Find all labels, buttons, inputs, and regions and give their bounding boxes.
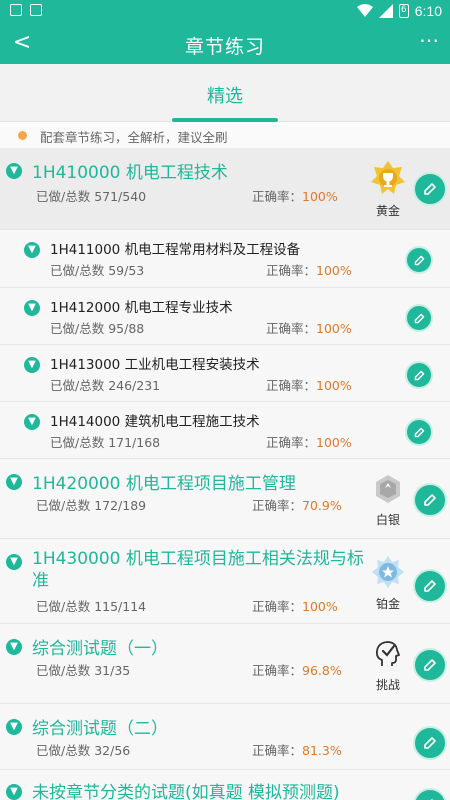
accuracy: 正确率：100%	[266, 378, 352, 393]
done-count: 已做/总数 32/56	[36, 743, 131, 758]
done-count: 已做/总数 172/189	[36, 498, 147, 513]
practice-button[interactable]	[413, 483, 447, 517]
chevron-down-icon[interactable]: ▼	[6, 554, 22, 570]
done-count: 已做/总数 171/168	[50, 435, 161, 450]
tip-dot-icon	[18, 131, 27, 140]
practice-button[interactable]	[413, 648, 447, 682]
more-menu-button[interactable]: ⋯	[419, 28, 439, 52]
chevron-down-icon[interactable]: ▼	[24, 357, 40, 373]
done-count: 已做/总数 31/35	[36, 663, 131, 678]
accuracy: 正确率：100%	[252, 599, 338, 614]
platinum-badge: 铂金	[368, 555, 408, 612]
pencil-icon	[424, 183, 436, 195]
tab-bar: 精选	[0, 64, 450, 122]
battery-icon: 6	[398, 4, 409, 18]
chapter-row[interactable]: ▼ 综合测试题（二） 已做/总数 32/56 正确率：81.3%	[0, 704, 450, 770]
done-count: 已做/总数 95/88	[50, 321, 145, 336]
badge-label: 挑战	[375, 678, 400, 692]
chapter-title: 综合测试题（一）	[32, 639, 168, 659]
section-title: 1H414000 建筑机电工程施工技术	[50, 414, 260, 430]
chevron-down-icon[interactable]: ▼	[6, 784, 22, 800]
practice-button[interactable]	[413, 569, 447, 603]
pencil-icon	[424, 580, 436, 592]
trophy-icon	[371, 161, 405, 194]
tab-featured[interactable]: 精选	[175, 82, 275, 108]
pencil-icon	[414, 427, 424, 437]
text-notification-icon	[30, 4, 42, 16]
chapter-row[interactable]: ▼ 1H410000 机电工程技术 已做/总数 571/540 正确率：100%…	[0, 148, 450, 230]
clock: 6:10	[414, 3, 442, 19]
chevron-down-icon[interactable]: ▼	[6, 474, 22, 490]
practice-button[interactable]	[413, 788, 447, 800]
tip-banner: 配套章节练习，全解析，建议全刷	[0, 122, 450, 148]
done-count: 已做/总数 115/114	[36, 599, 147, 614]
accuracy: 正确率：81.3%	[252, 743, 342, 758]
practice-button[interactable]	[405, 361, 433, 389]
practice-button[interactable]	[405, 418, 433, 446]
accuracy: 正确率：70.9%	[252, 498, 342, 513]
gold-badge: 黄金	[368, 160, 408, 219]
chapter-row[interactable]: ▼ 1H420000 机电工程项目施工管理 已做/总数 172/189 正确率：…	[0, 459, 450, 539]
silver-medal-icon	[376, 475, 400, 503]
tip-text: 配套章节练习，全解析，建议全刷	[40, 130, 228, 145]
chapter-title: 综合测试题（二）	[32, 719, 168, 739]
accuracy: 正确率：100%	[266, 435, 352, 450]
chapter-title: 1H430000 机电工程项目施工相关法规与标准	[32, 549, 364, 591]
page-title: 章节练习	[184, 36, 265, 58]
accuracy: 正确率：96.8%	[252, 663, 342, 678]
practice-button[interactable]	[405, 304, 433, 332]
done-count: 已做/总数 571/540	[36, 189, 147, 204]
accuracy: 正确率：100%	[252, 189, 338, 204]
section-row[interactable]: ▼ 1H411000 机电工程常用材料及工程设备 已做/总数 59/53 正确率…	[0, 230, 450, 288]
platinum-medal-icon	[372, 556, 404, 588]
chevron-down-icon[interactable]: ▼	[24, 300, 40, 316]
signal-icon	[378, 4, 393, 18]
section-row[interactable]: ▼ 1H414000 建筑机电工程施工技术 已做/总数 171/168 正确率：…	[0, 402, 450, 459]
chapter-title: 未按章节分类的试题(如真题 模拟预测题)	[32, 783, 340, 800]
pencil-icon	[414, 313, 424, 323]
section-title: 1H411000 机电工程常用材料及工程设备	[50, 242, 301, 258]
practice-button[interactable]	[413, 726, 447, 760]
app-bar: < 章节练习 ⋯	[0, 24, 450, 64]
pencil-icon	[424, 494, 436, 506]
done-count: 已做/总数 59/53	[50, 263, 145, 278]
silver-badge: 白银	[368, 473, 408, 528]
status-bar: 6 6:10	[0, 0, 450, 24]
chapter-row[interactable]: ▼ 1H430000 机电工程项目施工相关法规与标准 已做/总数 115/114…	[0, 539, 450, 624]
practice-button[interactable]	[405, 246, 433, 274]
chapter-title: 1H420000 机电工程项目施工管理	[32, 474, 296, 494]
challenge-icon	[375, 641, 400, 666]
practice-button[interactable]	[413, 172, 447, 206]
section-row[interactable]: ▼ 1H412000 机电工程专业技术 已做/总数 95/88 正确率：100%	[0, 288, 450, 345]
accuracy: 正确率：100%	[266, 263, 352, 278]
section-title: 1H412000 机电工程专业技术	[50, 300, 233, 316]
done-count: 已做/总数 246/231	[50, 378, 161, 393]
pencil-icon	[414, 255, 424, 265]
chevron-down-icon[interactable]: ▼	[6, 719, 22, 735]
chapter-title: 1H410000 机电工程技术	[32, 163, 228, 183]
chapter-row[interactable]: ▼ 综合测试题（一） 已做/总数 31/35 正确率：96.8% 挑战	[0, 624, 450, 704]
chevron-down-icon[interactable]: ▼	[24, 414, 40, 430]
image-notification-icon	[10, 4, 22, 16]
pencil-icon	[424, 737, 436, 749]
wifi-icon	[356, 4, 373, 17]
accuracy: 正确率：100%	[266, 321, 352, 336]
badge-label: 铂金	[375, 597, 400, 611]
chapter-row[interactable]: ▼ 未按章节分类的试题(如真题 模拟预测题)	[0, 770, 450, 800]
chevron-down-icon[interactable]: ▼	[24, 242, 40, 258]
section-title: 1H413000 工业机电工程安装技术	[50, 357, 260, 373]
badge-label: 黄金	[375, 204, 400, 218]
badge-label: 白银	[375, 513, 400, 527]
chevron-down-icon[interactable]: ▼	[6, 163, 22, 179]
pencil-icon	[424, 659, 436, 671]
section-row[interactable]: ▼ 1H413000 工业机电工程安装技术 已做/总数 246/231 正确率：…	[0, 345, 450, 402]
chevron-down-icon[interactable]: ▼	[6, 639, 22, 655]
challenge-badge: 挑战	[368, 638, 408, 693]
pencil-icon	[414, 370, 424, 380]
